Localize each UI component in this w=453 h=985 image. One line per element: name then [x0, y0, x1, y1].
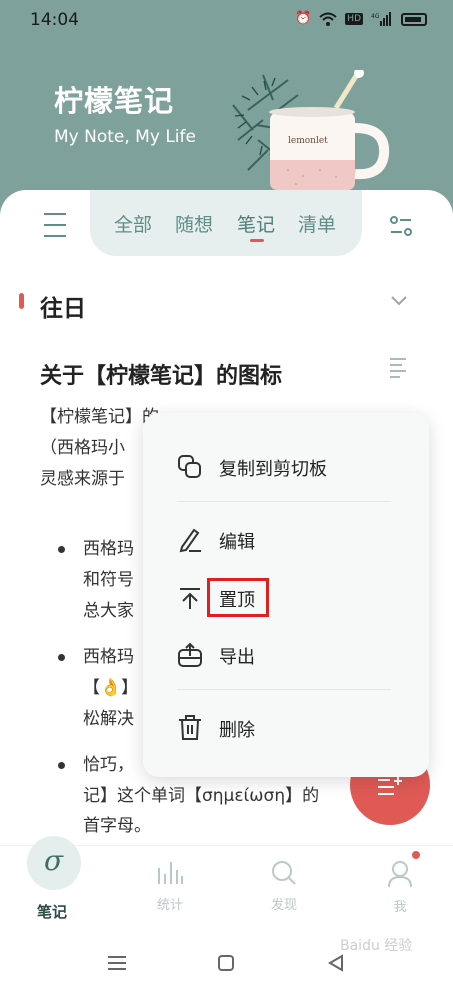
signal-icon: 4G — [371, 12, 391, 26]
svg-text:4G: 4G — [371, 13, 380, 20]
divider — [177, 689, 391, 690]
tab-all[interactable]: 全部 — [114, 210, 152, 237]
status-icons: ⏰ HD 4G — [295, 11, 427, 27]
menu-item-pin[interactable]: 置顶 — [143, 572, 429, 622]
notification-dot — [412, 851, 420, 859]
menu-item-delete[interactable]: 删除 — [143, 702, 429, 752]
nav-label: 发现 — [270, 898, 297, 913]
bullet — [58, 654, 65, 661]
section-marker — [19, 293, 24, 309]
search-icon — [272, 861, 296, 885]
status-time: 14:04 — [30, 10, 79, 30]
add-list-icon — [378, 777, 402, 795]
nav-discover[interactable]: 发现 — [264, 860, 304, 913]
divider — [177, 501, 391, 502]
status-bar: 14:04 ⏰ HD 4G — [0, 0, 453, 40]
section-title: 往日 — [40, 296, 86, 322]
export-icon — [178, 642, 202, 667]
chevron-down-icon[interactable] — [389, 290, 409, 310]
note-line: 总大家 — [83, 601, 134, 621]
battery-icon — [401, 12, 427, 26]
recent-apps-icon[interactable] — [107, 955, 127, 971]
menu-item-label: 删除 — [219, 720, 255, 741]
watermark: Baidu 经验 — [340, 938, 413, 954]
wifi-icon — [319, 12, 337, 26]
note-line: 首字母。 — [83, 816, 151, 836]
tab-indicator — [250, 239, 264, 242]
note-line: 西格玛 — [83, 647, 134, 667]
nav-stats[interactable]: 统计 — [150, 860, 190, 913]
menu-item-copy[interactable]: 复制到剪切板 — [143, 441, 429, 491]
note-line: 西格玛 — [83, 539, 134, 559]
note-line: （西格玛小 — [40, 438, 125, 458]
menu-item-label: 复制到剪切板 — [219, 459, 327, 480]
bullet — [58, 762, 65, 769]
app-subtitle: My Note, My Life — [54, 127, 196, 147]
note-line: 灵感来源于 — [40, 469, 125, 489]
stats-icon — [158, 862, 183, 884]
nav-label: 我 — [393, 900, 407, 915]
copy-icon — [178, 455, 201, 478]
home-icon[interactable] — [217, 954, 235, 972]
filter-icon[interactable] — [389, 214, 413, 238]
note-line: 松解决 — [83, 709, 134, 729]
note-options-icon[interactable] — [388, 356, 410, 378]
menu-item-label: 编辑 — [219, 532, 255, 553]
note-line: 【柠檬笔记】的 — [40, 407, 159, 427]
trash-icon — [179, 715, 201, 740]
mug-text: lemonlet — [288, 136, 328, 146]
bullet — [58, 546, 65, 553]
note-title[interactable]: 关于【柠檬笔记】的图标 — [40, 358, 282, 390]
menu-item-label: 导出 — [219, 647, 255, 668]
pin-to-top-icon — [180, 588, 200, 609]
context-menu: 复制到剪切板 编辑 置顶 导出 删除 — [143, 413, 429, 777]
hd-icon: HD — [345, 13, 363, 25]
screen: 14:04 ⏰ HD 4G 柠檬笔记 My Note, My Life lemo… — [0, 0, 453, 985]
app-title: 柠檬笔记 — [54, 84, 175, 118]
back-icon[interactable] — [327, 954, 345, 972]
nav-label: 统计 — [156, 898, 183, 913]
menu-item-edit[interactable]: 编辑 — [143, 514, 429, 564]
note-line: 【👌】 — [83, 678, 139, 698]
nav-note-button[interactable]: σ — [27, 836, 81, 890]
note-line: 和符号 — [83, 570, 134, 590]
user-icon — [388, 861, 412, 888]
sigma-icon: σ — [44, 844, 64, 877]
nav-me[interactable]: 我 — [380, 860, 420, 915]
tab-lists[interactable]: 清单 — [298, 210, 336, 237]
highlight-box — [207, 578, 269, 617]
alarm-icon: ⏰ — [295, 11, 312, 26]
menu-item-export[interactable]: 导出 — [143, 629, 429, 679]
menu-icon[interactable] — [44, 213, 66, 246]
nav-note-label[interactable]: 笔记 — [37, 901, 67, 922]
mug-illustration: lemonlet — [232, 70, 390, 190]
note-line: 记】这个单词【σημείωση】的 — [83, 786, 320, 806]
pencil-icon — [179, 528, 201, 553]
tab-thoughts[interactable]: 随想 — [175, 210, 213, 237]
note-line: 恰巧， — [83, 755, 134, 775]
tab-notes[interactable]: 笔记 — [237, 210, 275, 237]
